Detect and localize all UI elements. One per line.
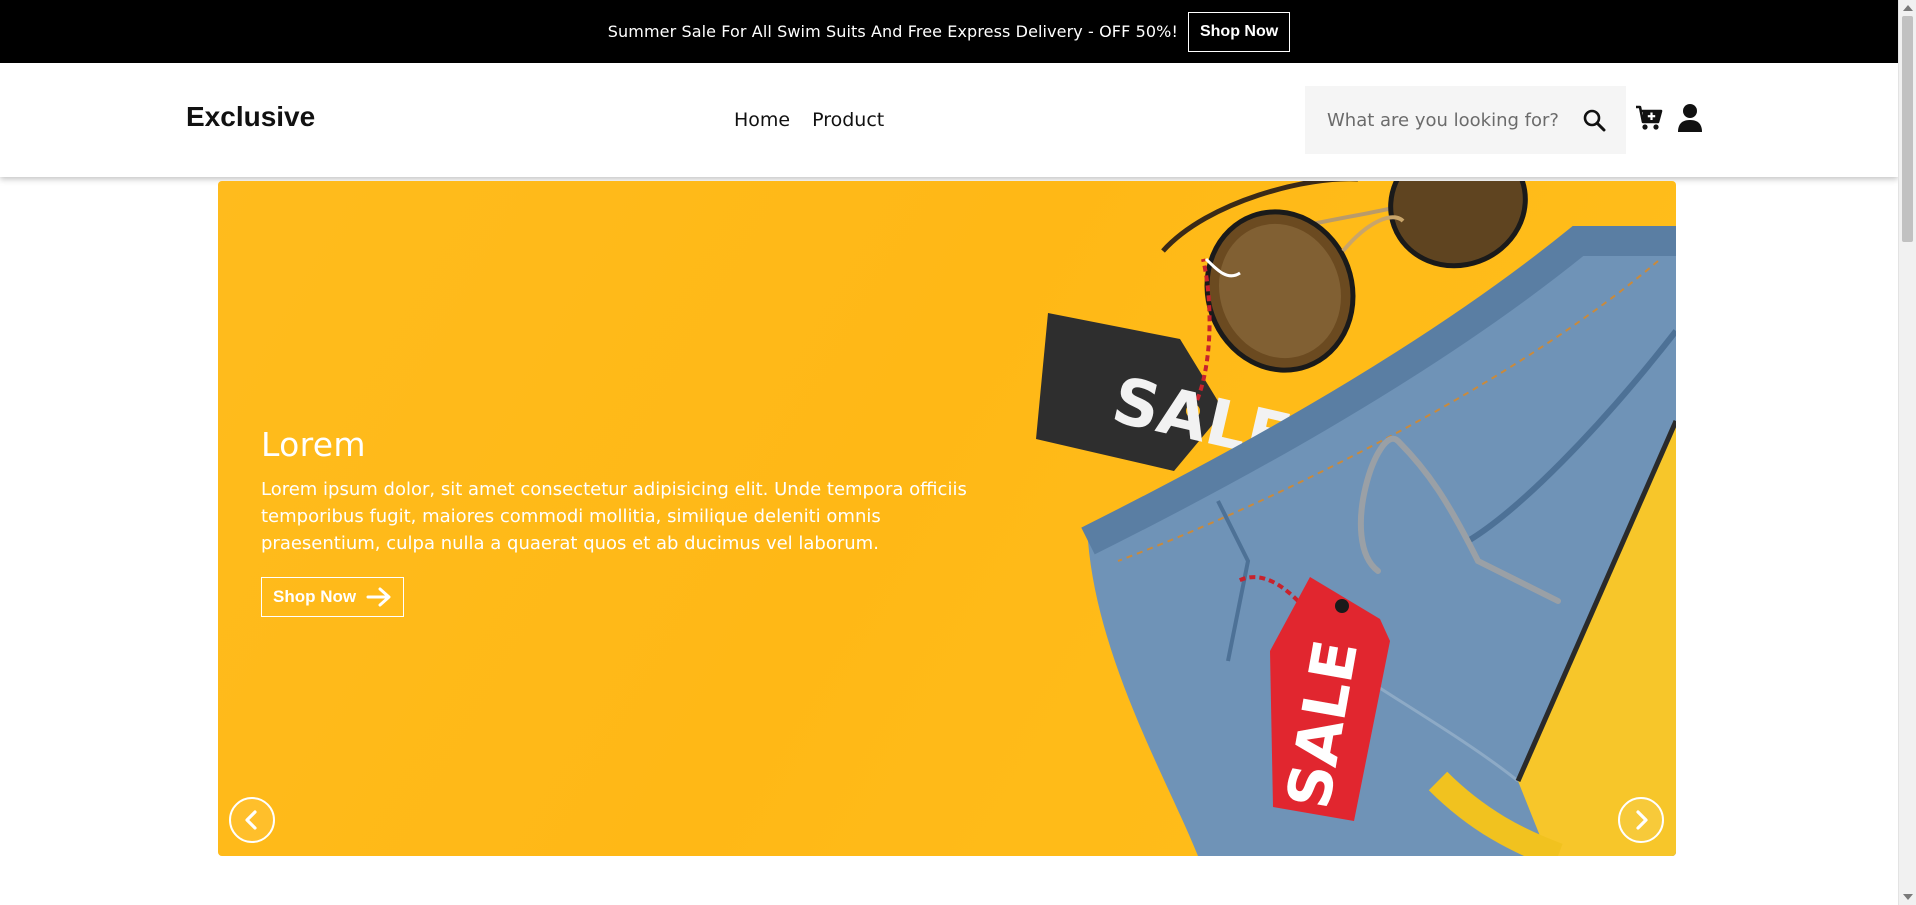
cart-icon[interactable] [1634, 103, 1664, 133]
hero-title: Lorem [261, 425, 366, 464]
hero-shop-now-button[interactable]: Shop Now [261, 577, 405, 617]
user-icon[interactable] [1676, 103, 1704, 133]
scroll-up-arrow-icon[interactable] [1903, 5, 1913, 11]
nav-product-link[interactable]: Product [812, 109, 884, 131]
search-box [1305, 86, 1626, 154]
main-nav: Home Product [734, 109, 884, 131]
nav-home-link[interactable]: Home [734, 109, 790, 131]
hero-slider: SALE SALE Lorem Lorem ipsum dolor, sit a… [218, 181, 1676, 856]
search-icon[interactable] [1580, 106, 1608, 134]
chevron-right-icon [1636, 810, 1648, 830]
page-scrollbar[interactable] [1898, 0, 1916, 905]
slider-prev-button[interactable] [229, 797, 275, 843]
logo[interactable]: Exclusive [186, 101, 315, 133]
site-header: Exclusive Home Product [0, 63, 1898, 177]
hero-shop-now-label: Shop Now [273, 587, 357, 606]
scrollbar-thumb[interactable] [1902, 16, 1913, 242]
chevron-left-icon [245, 810, 257, 830]
announcement-bar: Summer Sale For All Swim Suits And Free … [0, 0, 1898, 63]
scroll-down-arrow-icon[interactable] [1903, 894, 1913, 900]
search-input[interactable] [1327, 109, 1580, 131]
hero-description: Lorem ipsum dolor, sit amet consectetur … [261, 479, 967, 554]
slider-next-button[interactable] [1618, 797, 1664, 843]
hero-content: Lorem Lorem ipsum dolor, sit amet consec… [261, 425, 981, 617]
announcement-text: Summer Sale For All Swim Suits And Free … [607, 22, 1178, 41]
arrow-right-icon [366, 587, 391, 607]
topbar-shop-now-button[interactable]: Shop Now [1187, 11, 1291, 52]
